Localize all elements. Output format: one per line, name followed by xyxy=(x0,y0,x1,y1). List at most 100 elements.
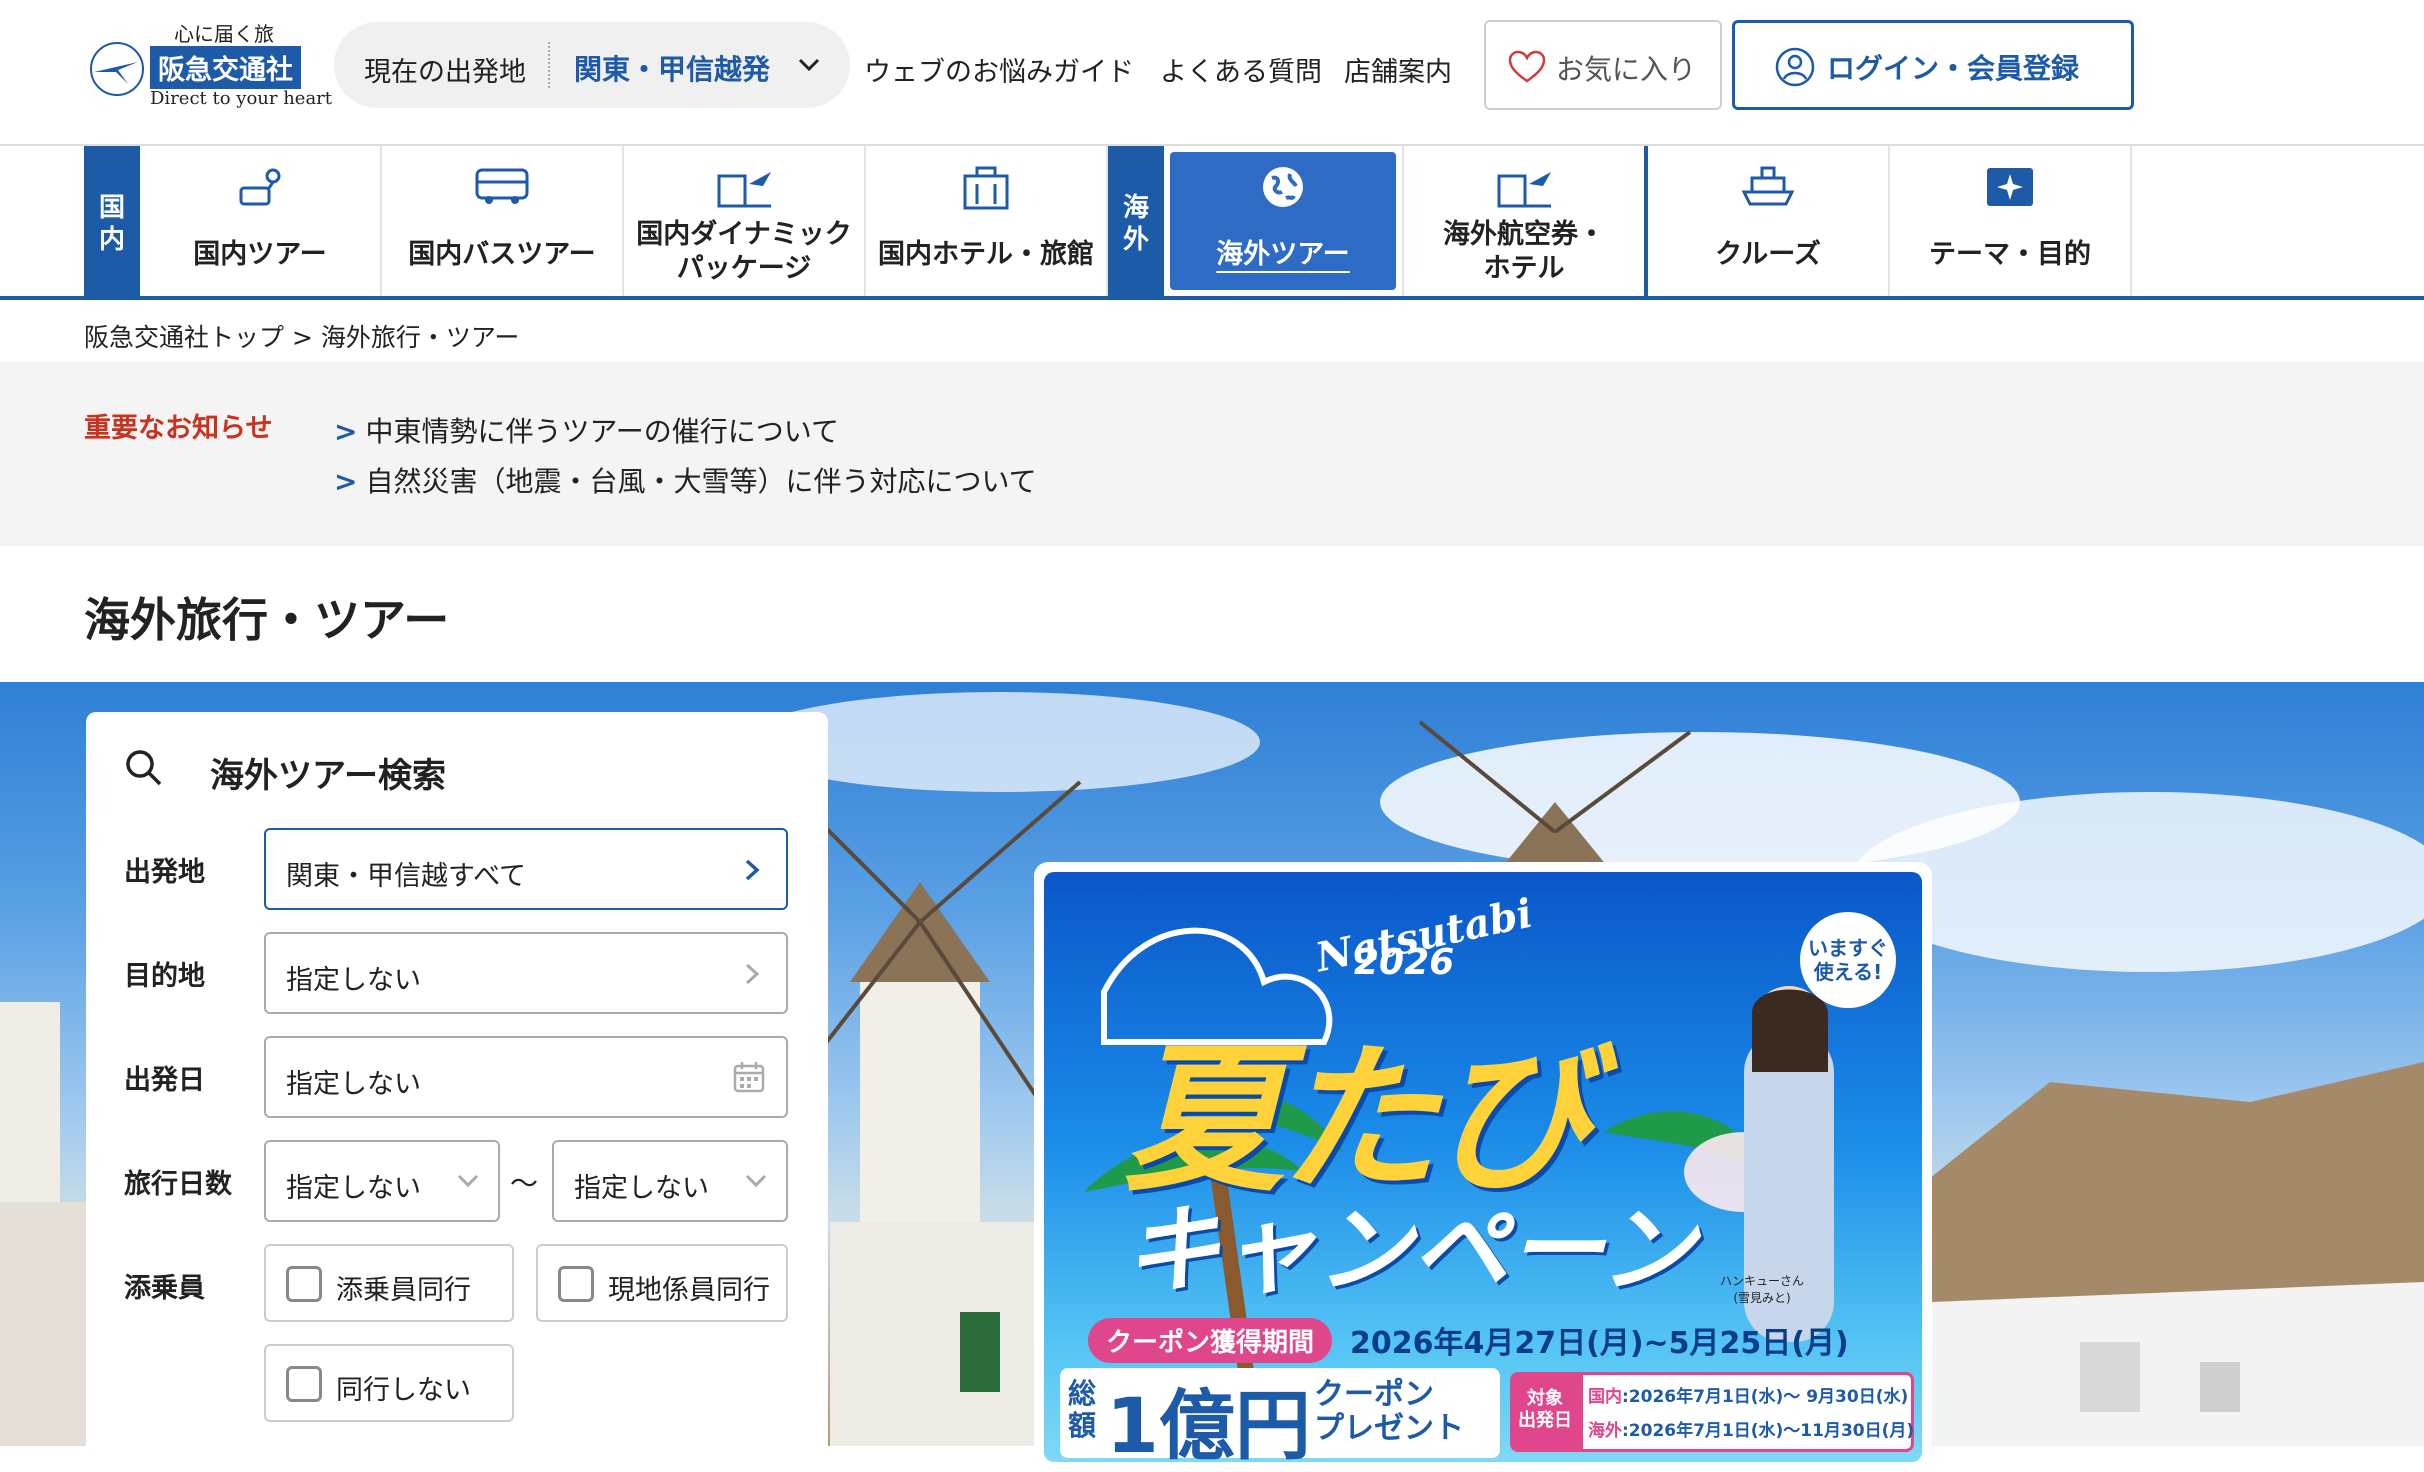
chevron-right-icon: > xyxy=(334,415,358,448)
building-plane-icon xyxy=(1497,172,1551,208)
days-to-value: 指定しない xyxy=(574,1173,709,1204)
checkbox-box xyxy=(558,1266,594,1302)
chevron-right-icon xyxy=(745,963,760,985)
web-guide-link[interactable]: ウェブのお悩みガイド xyxy=(864,50,1134,89)
escort-checkbox[interactable]: 添乗員同行 xyxy=(264,1244,514,1322)
local-staff-option-label: 現地係員同行 xyxy=(608,1275,770,1306)
faq-link[interactable]: よくある質問 xyxy=(1160,50,1322,89)
date-label: 出発日 xyxy=(124,1065,205,1096)
nav-label: クルーズ xyxy=(1715,239,1821,270)
date-input[interactable]: 指定しない xyxy=(264,1036,788,1118)
search-icon xyxy=(126,750,162,786)
banner-title-sub: キャンペーン xyxy=(1124,1194,1696,1306)
nav-cruise[interactable]: クルーズ xyxy=(1648,146,1890,296)
tour-search-panel: 海外ツアー検索 出発地 関東・甲信越すべて 目的地 指定しない 出発日 指定しな… xyxy=(86,712,828,1472)
origin-selector[interactable]: 現在の出発地 関東・甲信越発 xyxy=(334,22,850,108)
logo-mark-icon xyxy=(90,42,144,96)
logo-english: Direct to your heart xyxy=(150,88,333,109)
login-button[interactable]: ログイン・会員登録 xyxy=(1732,20,2134,110)
days-to-select[interactable]: 指定しない xyxy=(552,1140,788,1222)
range-separator: 〜 xyxy=(510,1167,539,1200)
nav-overseas-tour[interactable]: 海外ツアー xyxy=(1164,146,1404,296)
nav-domestic-hotel[interactable]: 国内ホテル・旅館 xyxy=(866,146,1108,296)
period-label: クーポン獲得期間 xyxy=(1088,1318,1333,1363)
no-escort-option-label: 同行しない xyxy=(336,1375,471,1406)
nav-label: 海外ツアー xyxy=(1216,239,1350,270)
nav-label: 国内バスツアー xyxy=(408,239,596,270)
favorites-label: お気に入り xyxy=(1556,53,1697,86)
coupon-amount: 1億円 xyxy=(1106,1381,1311,1462)
site-header: 心に届く旅 阪急交通社 Direct to your heart 現在の出発地 … xyxy=(0,0,2424,144)
person-caption: ハンキューさん (雪見みと) xyxy=(1720,1274,1805,1305)
notice-link[interactable]: > 中東情勢に伴うツアーの催行について xyxy=(334,410,839,450)
nav-label: 国内ホテル・旅館 xyxy=(878,239,1094,270)
globe-icon xyxy=(1263,167,1303,207)
nav-label: 海外航空券・ ホテル xyxy=(1443,219,1605,284)
coupon-label: クーポン プレゼント xyxy=(1314,1377,1464,1446)
favorites-button[interactable]: お気に入り xyxy=(1484,20,1722,110)
chevron-down-icon xyxy=(457,1174,479,1188)
notice-link[interactable]: > 自然災害（地震・台風・大雪等）に伴う対応について xyxy=(334,460,1037,500)
nav-label: テーマ・目的 xyxy=(1929,239,2091,270)
banner-image: Natsutabi 2026 夏たび キャンペーン いますぐ 使える! ハンキュ… xyxy=(1044,872,1922,1462)
nav-theme[interactable]: テーマ・目的 xyxy=(1890,146,2132,296)
domestic-target: 国内:2026年7月1日(水)〜 9月30日(水) xyxy=(1588,1387,1909,1407)
nav-domestic-dynamic[interactable]: 国内ダイナミック パッケージ xyxy=(624,146,866,296)
login-label: ログイン・会員登録 xyxy=(1827,52,2080,85)
nav-label: 国内ツアー xyxy=(193,239,327,270)
nav-overseas-air-hotel[interactable]: 海外航空券・ ホテル xyxy=(1404,146,1646,296)
calendar-icon xyxy=(733,1062,765,1093)
global-nav: 国内 国内ツアー 国内バスツアー 国内ダイナミック パッケージ 国内ホテル・旅館… xyxy=(0,144,2424,300)
notice-heading: 重要なお知らせ xyxy=(84,413,273,444)
page-title: 海外旅行・ツアー xyxy=(84,593,450,647)
chevron-down-icon xyxy=(745,1174,767,1188)
overseas-target: 海外:2026年7月1日(水)〜11月30日(月) xyxy=(1588,1421,1915,1441)
origin-label: 現在の出発地 xyxy=(364,57,526,88)
breadcrumb-separator: > xyxy=(291,323,321,352)
logo-name: 阪急交通社 xyxy=(150,46,301,89)
user-icon xyxy=(1775,47,1815,87)
theme-icon xyxy=(1987,168,2033,206)
checkbox-box xyxy=(286,1366,322,1402)
departure-label: 出発地 xyxy=(124,857,205,888)
logo-tagline: 心に届く旅 xyxy=(174,22,274,46)
nav-domestic-tour[interactable]: 国内ツアー xyxy=(140,146,382,296)
hotel-icon xyxy=(963,166,1009,210)
heart-icon xyxy=(1508,50,1546,83)
search-title: 海外ツアー検索 xyxy=(210,756,446,796)
chevron-down-icon xyxy=(798,58,820,72)
domestic-tour-icon xyxy=(239,168,281,206)
departure-value: 関東・甲信越すべて xyxy=(286,861,527,892)
checkbox-box xyxy=(286,1266,322,1302)
nav-label: 国内ダイナミック パッケージ xyxy=(636,219,852,284)
destination-value: 指定しない xyxy=(286,965,421,996)
summer-campaign-banner[interactable]: Natsutabi 2026 夏たび キャンペーン いますぐ 使える! ハンキュ… xyxy=(1034,862,1932,1462)
store-link[interactable]: 店舗案内 xyxy=(1344,50,1452,89)
ship-icon xyxy=(1741,166,1795,206)
building-plane-icon xyxy=(717,172,771,208)
days-from-select[interactable]: 指定しない xyxy=(264,1140,500,1222)
banner-year: 2026 xyxy=(1354,942,1455,983)
target-date-label: 対象 出発日 xyxy=(1510,1372,1580,1452)
no-escort-checkbox[interactable]: 同行しない xyxy=(264,1344,514,1422)
nav-underline xyxy=(0,296,2424,300)
breadcrumb-current: 海外旅行・ツアー xyxy=(320,323,520,352)
chevron-right-icon: > xyxy=(334,465,358,498)
total-label: 総額 xyxy=(1068,1377,1097,1442)
origin-value: 関東・甲信越発 xyxy=(574,53,771,86)
nav-domestic-bus[interactable]: 国内バスツアー xyxy=(382,146,624,296)
important-notice: 重要なお知らせ > 中東情勢に伴うツアーの催行について > 自然災害（地震・台風・大… xyxy=(0,362,2424,546)
departure-select[interactable]: 関東・甲信越すべて xyxy=(264,828,788,910)
overseas-section-label: 海外 xyxy=(1108,146,1164,298)
local-staff-checkbox[interactable]: 現地係員同行 xyxy=(536,1244,788,1322)
breadcrumb-home[interactable]: 阪急交通社トップ xyxy=(84,323,284,352)
use-now-badge: いますぐ 使える! xyxy=(1800,912,1896,1008)
origin-divider xyxy=(548,42,550,88)
bus-icon xyxy=(475,168,529,204)
days-label: 旅行日数 xyxy=(124,1169,232,1200)
destination-select[interactable]: 指定しない xyxy=(264,932,788,1014)
site-logo[interactable]: 心に届く旅 阪急交通社 Direct to your heart xyxy=(88,18,332,114)
escort-option-label: 添乗員同行 xyxy=(336,1275,471,1306)
destination-label: 目的地 xyxy=(124,961,205,992)
escort-label: 添乗員 xyxy=(124,1273,205,1304)
